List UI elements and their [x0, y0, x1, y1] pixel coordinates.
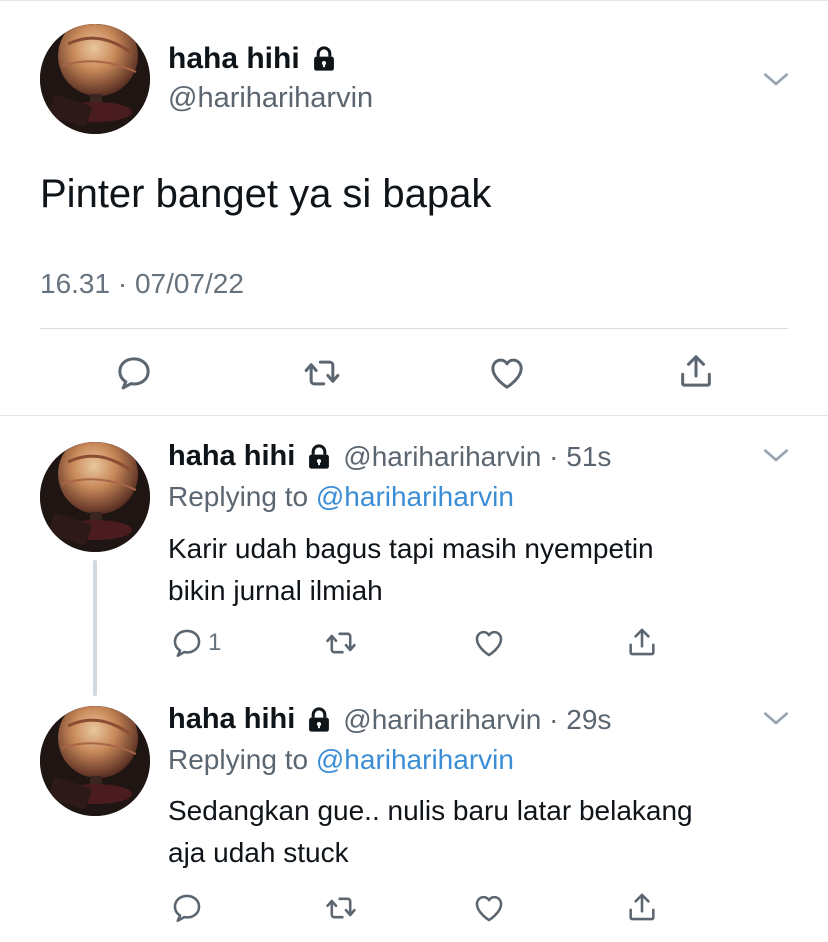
replying-to: Replying to @harihariharvin	[168, 744, 514, 776]
share-icon[interactable]	[676, 351, 716, 391]
reply-header[interactable]: haha hihi @harihariharvin · 29s	[168, 703, 611, 736]
avatar-image	[40, 706, 150, 816]
reply-header[interactable]: haha hihi @harihariharvin · 51s	[168, 440, 611, 473]
replying-to-link[interactable]: @harihariharvin	[316, 481, 514, 512]
heart-icon[interactable]	[472, 626, 506, 660]
reply-text-line: bikin jurnal ilmiah	[168, 575, 383, 606]
handle-time: @harihariharvin · 51s	[343, 440, 612, 472]
replying-prefix: Replying to	[168, 744, 309, 775]
share-icon[interactable]	[625, 625, 659, 659]
reply-text-line: aja udah stuck	[168, 837, 349, 868]
reply-count: 1	[208, 629, 222, 656]
reply-icon	[170, 626, 204, 660]
heart-icon[interactable]	[472, 891, 506, 925]
reply-button[interactable]: 1	[170, 626, 221, 660]
reply-icon[interactable]	[114, 353, 154, 393]
reply-text-line: Karir udah bagus tapi masih nyempetin	[168, 533, 654, 564]
chevron-down-icon[interactable]	[760, 703, 792, 735]
retweet-icon[interactable]	[322, 891, 360, 925]
handle-time: @harihariharvin · 29s	[343, 703, 612, 735]
reply-text-line: Sedangkan gue.. nulis baru latar belakan…	[168, 795, 693, 826]
top-border	[0, 0, 828, 1]
lock-icon	[310, 45, 338, 73]
handle[interactable]: @harihariharvin	[168, 82, 373, 115]
replying-to: Replying to @harihariharvin	[168, 481, 514, 513]
main-tweet-author[interactable]: haha hihi	[168, 42, 338, 76]
thread-line	[93, 560, 97, 696]
avatar[interactable]	[40, 24, 150, 134]
heart-icon[interactable]	[487, 353, 527, 393]
reply-icon[interactable]	[170, 891, 204, 925]
lock-icon	[305, 706, 333, 734]
section-divider	[0, 415, 828, 416]
chevron-down-icon[interactable]	[760, 64, 792, 96]
avatar-image	[40, 24, 150, 134]
retweet-icon[interactable]	[300, 353, 344, 393]
tweet-timestamp[interactable]: 16.31 · 07/07/22	[40, 268, 244, 300]
display-name: haha hihi	[168, 440, 296, 472]
reply-text: Karir udah bagus tapi masih nyempetin bi…	[168, 528, 808, 612]
divider	[40, 328, 788, 329]
reply-text: Sedangkan gue.. nulis baru latar belakan…	[168, 790, 818, 874]
replying-prefix: Replying to	[168, 481, 309, 512]
retweet-icon[interactable]	[322, 626, 360, 660]
avatar-image	[40, 442, 150, 552]
display-name: haha hihi	[168, 703, 296, 735]
tweet-text: Pinter banget ya si bapak	[40, 172, 492, 216]
avatar[interactable]	[40, 706, 150, 816]
lock-icon	[305, 443, 333, 471]
avatar[interactable]	[40, 442, 150, 552]
chevron-down-icon[interactable]	[760, 440, 792, 472]
share-icon[interactable]	[625, 890, 659, 924]
replying-to-link[interactable]: @harihariharvin	[316, 744, 514, 775]
display-name: haha hihi	[168, 42, 300, 75]
